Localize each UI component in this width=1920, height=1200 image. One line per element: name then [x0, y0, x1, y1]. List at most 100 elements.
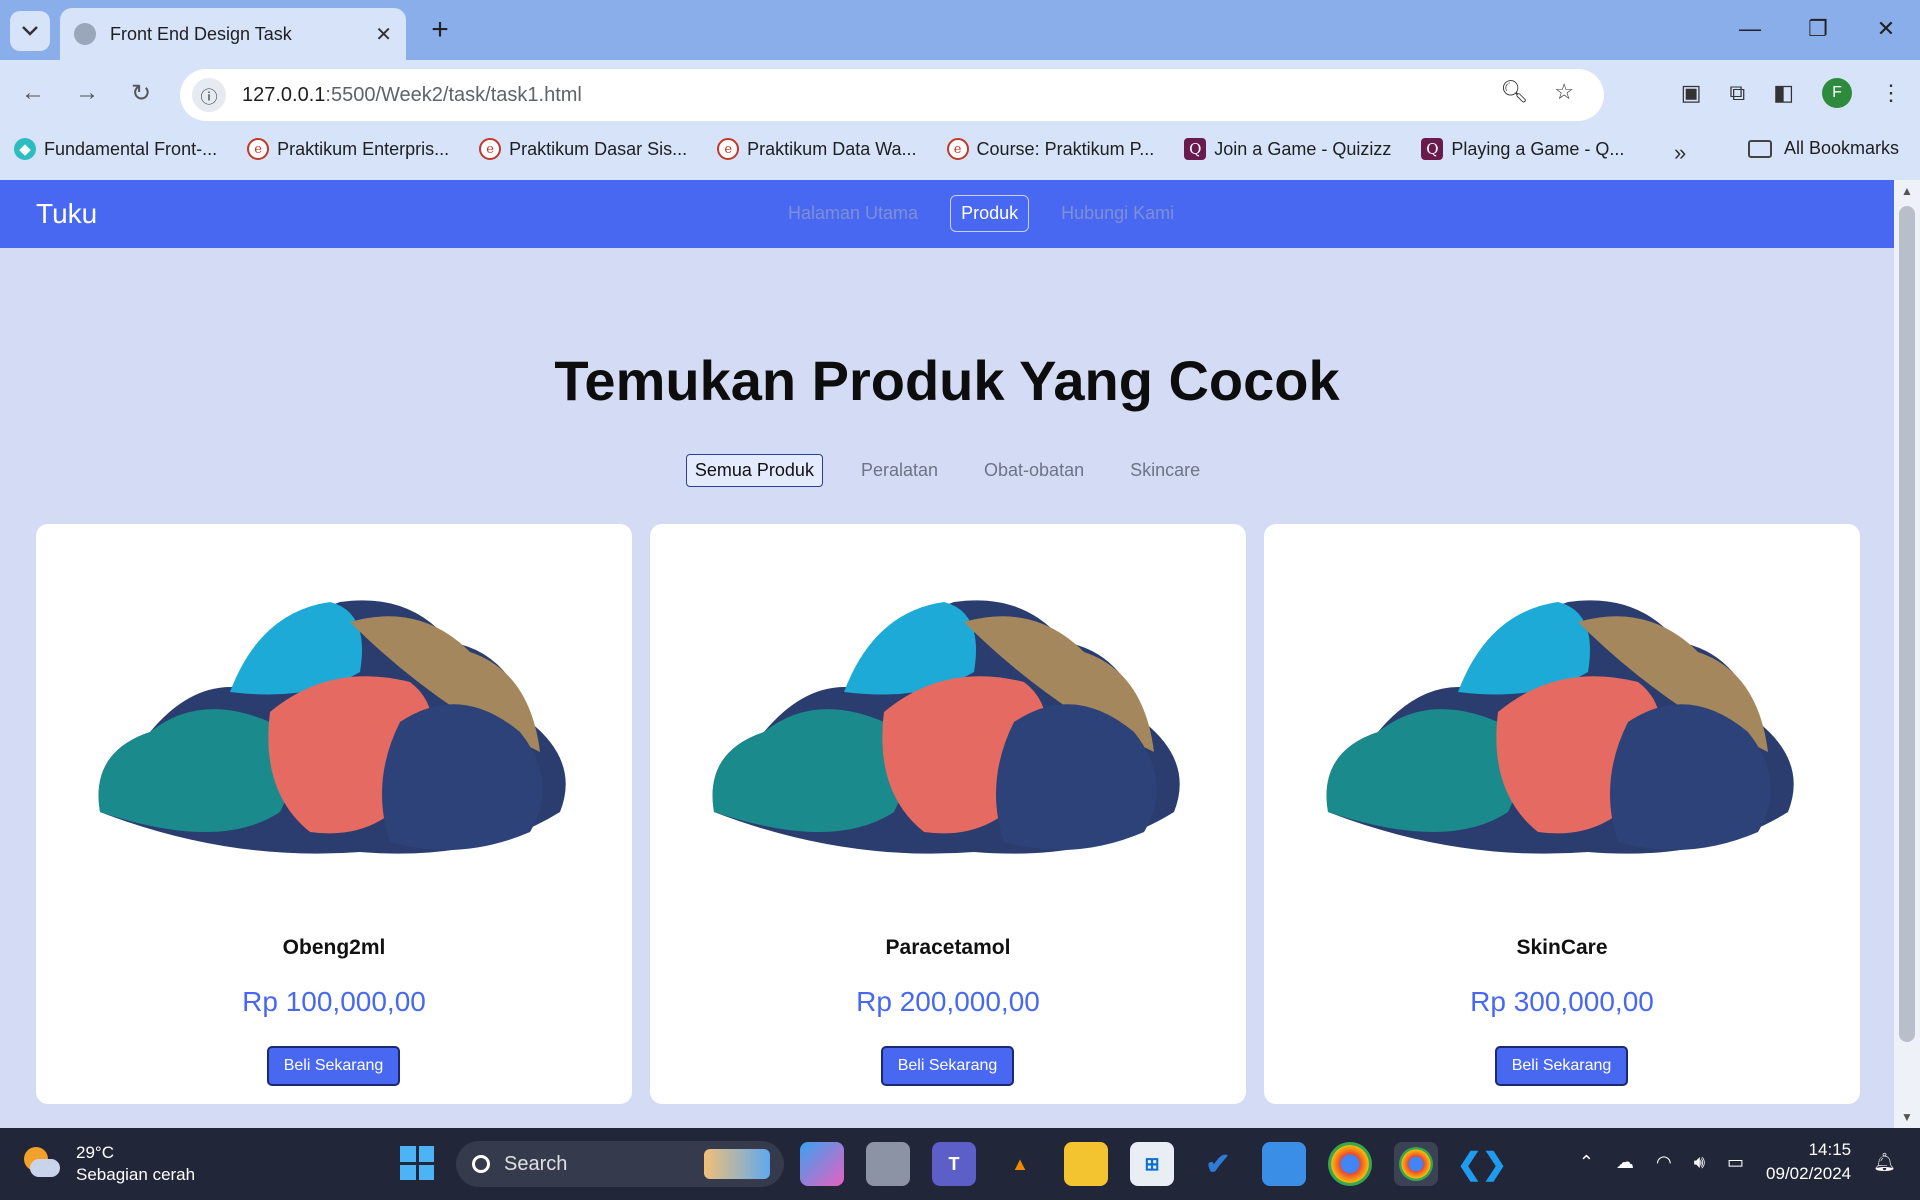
buy-now-button[interactable]: Beli Sekarang	[267, 1046, 400, 1086]
todo-check-icon[interactable]: ✔	[1196, 1142, 1240, 1186]
bookmarks-bar: ◆ Fundamental Front-... e Praktikum Enterp…	[14, 138, 1654, 160]
buy-now-button[interactable]: Beli Sekarang	[881, 1046, 1014, 1086]
e-learning-icon: e	[946, 138, 969, 160]
partly-sunny-icon	[22, 1145, 60, 1183]
weather-temperature: 29°C	[76, 1143, 114, 1162]
forward-arrow-icon[interactable]: →	[70, 76, 104, 110]
tab-search-button[interactable]	[10, 11, 50, 51]
product-name: SkinCare	[1516, 936, 1608, 959]
side-panel-icon[interactable]: ◧	[1773, 80, 1794, 106]
e-learning-icon: e	[247, 138, 270, 160]
copilot-icon[interactable]	[800, 1142, 844, 1186]
restore-icon[interactable]: ❐	[1784, 0, 1852, 58]
task-view-icon[interactable]	[866, 1142, 910, 1186]
chevron-up-icon[interactable]: ⌃	[1579, 1152, 1594, 1173]
store-icon[interactable]: ⊞	[1130, 1142, 1174, 1186]
nav-link-products[interactable]: Produk	[950, 195, 1030, 232]
chrome-active-icon[interactable]	[1394, 1142, 1438, 1186]
quizizz-icon: Q	[1184, 138, 1207, 160]
window-controls: — ❐ ✕	[1716, 0, 1920, 58]
site-brand[interactable]: Tuku	[36, 198, 97, 230]
profile-avatar[interactable]: F	[1822, 78, 1852, 108]
weather-widget[interactable]: 29°C Sebagian cerah	[22, 1142, 195, 1186]
bookmark-label: Praktikum Dasar Sis...	[509, 138, 688, 159]
url-host: 127.0.0.1	[242, 83, 326, 106]
minimize-icon[interactable]: —	[1716, 0, 1784, 58]
page-scrollbar[interactable]: ▲ ▼	[1894, 180, 1920, 1128]
bookmark-label: Praktikum Enterpris...	[277, 138, 450, 159]
address-bar-actions: 🔍︎ ☆	[1500, 79, 1574, 105]
all-bookmarks-label: All Bookmarks	[1784, 138, 1900, 158]
globe-icon	[74, 23, 96, 45]
new-tab-button[interactable]: +	[422, 12, 458, 48]
photos-icon[interactable]	[1262, 1142, 1306, 1186]
wifi-icon[interactable]: ◠	[1656, 1152, 1672, 1173]
windows-start-icon[interactable]	[400, 1146, 434, 1180]
scroll-down-icon[interactable]: ▼	[1894, 1110, 1920, 1124]
tab-title: Front End Design Task	[110, 23, 292, 44]
weather-description: Sebagian cerah	[76, 1165, 196, 1184]
product-name: Paracetamol	[885, 936, 1011, 959]
taskbar-apps: T ▲ ⊞ ✔ ❮❯	[800, 1142, 1507, 1186]
search-highlight-image	[704, 1149, 770, 1179]
back-arrow-icon[interactable]: ←	[16, 76, 50, 110]
zoom-icon[interactable]: 🔍︎	[1500, 79, 1528, 105]
onedrive-icon[interactable]: ☁	[1616, 1152, 1634, 1173]
site-navbar: Tuku Halaman Utama Produk Hubungi Kami	[0, 180, 1894, 248]
vlc-icon[interactable]: ▲	[998, 1142, 1042, 1186]
bookmark-item[interactable]: e Praktikum Dasar Sis...	[479, 138, 687, 160]
address-bar[interactable]: ⓘ 127.0.0.1:5500/Week2/task/task1.html 🔍…	[180, 69, 1604, 121]
product-name: Obeng2ml	[282, 936, 386, 959]
reload-icon[interactable]: ↻	[124, 76, 158, 110]
folder-icon	[1748, 139, 1772, 158]
e-learning-icon: e	[717, 138, 740, 160]
clock[interactable]: 14:15 09/02/2024	[1766, 1138, 1851, 1186]
all-bookmarks-button[interactable]: All Bookmarks	[1748, 138, 1899, 159]
product-image	[712, 600, 1180, 854]
bookmark-label: Playing a Game - Q...	[1451, 138, 1625, 159]
product-price: Rp 300,000,00	[1470, 986, 1654, 1017]
filter-all-products[interactable]: Semua Produk	[685, 454, 823, 487]
nav-link-home[interactable]: Halaman Utama	[780, 197, 926, 230]
teams-icon[interactable]: T	[932, 1142, 976, 1186]
bookmark-star-icon[interactable]: ☆	[1554, 79, 1574, 105]
notification-bell-icon[interactable]: 🔔︎	[1873, 1152, 1896, 1173]
menu-kebab-icon[interactable]: ⋮	[1880, 80, 1902, 106]
bookmark-item[interactable]: Q Join a Game - Quizizz	[1184, 138, 1391, 160]
bookmark-item[interactable]: ◆ Fundamental Front-...	[14, 138, 217, 160]
filter-medicine[interactable]: Obat-obatan	[976, 455, 1092, 486]
volume-icon[interactable]: 🔊︎	[1694, 1152, 1705, 1173]
close-tab-icon[interactable]: ✕	[375, 22, 392, 47]
product-image	[1326, 600, 1794, 854]
bookmark-item[interactable]: e Praktikum Data Wa...	[717, 138, 917, 160]
bookmark-item[interactable]: e Praktikum Enterpris...	[247, 138, 449, 160]
bookmark-item[interactable]: Q Playing a Game - Q...	[1421, 138, 1624, 160]
product-card: Obeng2ml Rp 100,000,00 Beli Sekarang	[36, 524, 632, 1104]
chrome-icon[interactable]	[1328, 1142, 1372, 1186]
page-title: Temukan Produk Yang Cocok	[554, 349, 1340, 412]
scrollbar-thumb[interactable]	[1899, 206, 1915, 1042]
vscode-icon[interactable]: ❮❯	[1457, 1142, 1507, 1186]
product-grid: Obeng2ml Rp 100,000,00 Beli Sekarang Par…	[36, 524, 1860, 1104]
filter-skincare[interactable]: Skincare	[1122, 455, 1208, 486]
site-info-icon[interactable]: ⓘ	[192, 78, 226, 112]
scroll-up-icon[interactable]: ▲	[1894, 184, 1920, 198]
taskbar-search[interactable]: Search	[456, 1141, 784, 1187]
file-explorer-icon[interactable]	[1064, 1142, 1108, 1186]
windows-taskbar: 29°C Sebagian cerah Search T ▲ ⊞ ✔ ❮❯ ⌃ …	[0, 1128, 1920, 1200]
media-icon[interactable]: ▣	[1681, 80, 1702, 106]
e-learning-icon: e	[479, 138, 502, 160]
battery-icon[interactable]: ▭	[1727, 1152, 1744, 1173]
close-window-icon[interactable]: ✕	[1852, 0, 1920, 58]
buy-now-button[interactable]: Beli Sekarang	[1495, 1046, 1628, 1086]
bookmark-item[interactable]: e Course: Praktikum P...	[946, 138, 1155, 160]
extensions-puzzle-icon[interactable]: ⧉	[1729, 80, 1745, 106]
more-bookmarks-icon[interactable]: »	[1674, 140, 1686, 166]
bookmark-label: Course: Praktikum P...	[976, 138, 1155, 159]
nav-link-contact[interactable]: Hubungi Kami	[1053, 197, 1182, 230]
clock-date: 09/02/2024	[1766, 1164, 1852, 1183]
filter-tools[interactable]: Peralatan	[853, 455, 946, 486]
product-image	[98, 600, 566, 854]
browser-tab[interactable]: Front End Design Task ✕	[60, 8, 406, 60]
bookmark-label: Join a Game - Quizizz	[1214, 138, 1392, 159]
